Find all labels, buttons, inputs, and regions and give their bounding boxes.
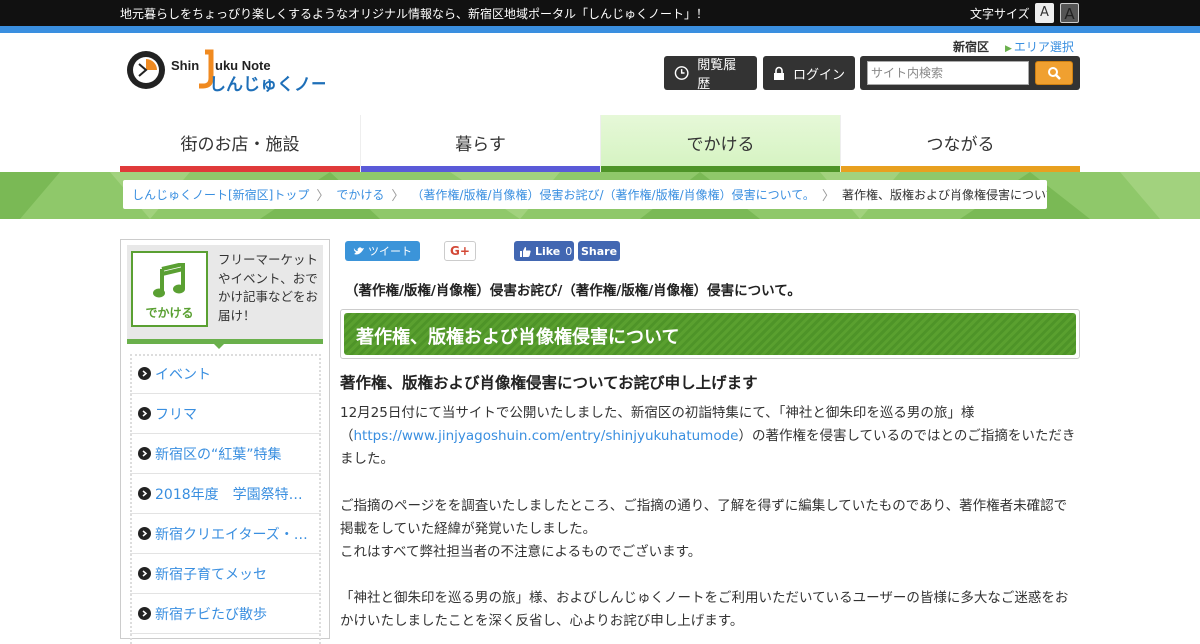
nav-item-connect[interactable]: つながる — [840, 115, 1080, 172]
chevron-right-icon — [138, 367, 151, 380]
current-area: 新宿区 — [953, 40, 990, 54]
main-nav: 街のお店・施設 暮らす でかける つながる — [120, 115, 1080, 172]
top-info-bar: 地元暮らしをちょっぴり楽しくするようなオリジナル情報なら、新宿区地域ポータル「し… — [0, 0, 1200, 26]
sidebar: でかける フリーマーケットやイベント、おでかけ記事などをお届け！ イベント フリ… — [120, 239, 330, 644]
page-title: 著作権、版権および肖像権侵害について — [356, 327, 680, 348]
article-category-title: （著作権/版権/肖像権）侵害お詫び/（著作権/版権/肖像権）侵害について。 — [345, 283, 801, 299]
facebook-like-button[interactable]: Like 0 — [514, 241, 574, 261]
tweet-button[interactable]: ツイート — [345, 241, 420, 261]
google-plus-icon: G+ — [450, 244, 470, 258]
search-button[interactable] — [1035, 61, 1073, 85]
breadcrumb: しんじゅくノート[新宿区]トップ 〉 でかける 〉 （著作権/版権/肖像権）侵害… — [123, 180, 1047, 209]
login-button[interactable]: ログイン — [763, 56, 855, 90]
category-badge[interactable]: でかける — [131, 251, 208, 327]
source-link[interactable]: https://www.jinjyagoshuin.com/entry/shin… — [354, 428, 739, 444]
thumbs-up-icon — [520, 246, 531, 257]
search-input[interactable] — [867, 61, 1029, 85]
sidebar-item-kids-walk[interactable]: 新宿チビたび散歩 — [130, 594, 321, 634]
search-box — [860, 56, 1080, 90]
site-tagline: 地元暮らしをちょっぴり楽しくするようなオリジナル情報なら、新宿区地域ポータル「し… — [120, 7, 709, 21]
article-paragraph: 12月25日付にて当サイトで公開いたしました、新宿区の初詣特集にて、「神社と御朱… — [340, 405, 1076, 468]
chevron-right-icon — [138, 607, 151, 620]
lock-icon — [774, 66, 784, 80]
sidebar-item-autumn-leaves[interactable]: 新宿区の“紅葉”特集 — [130, 434, 321, 474]
breadcrumb-link-category[interactable]: でかける — [336, 186, 384, 203]
twitter-icon — [353, 247, 364, 255]
nav-item-outings[interactable]: でかける — [600, 115, 840, 172]
article-paragraph: これはすべて弊社担当者の不注意によるものでございます。 — [340, 544, 702, 561]
triangle-right-icon: ▶ — [1005, 44, 1012, 54]
article-heading: 著作権、版権および肖像権侵害についてお詫び申し上げます — [340, 374, 758, 392]
sidebar-item-creators[interactable]: 新宿クリエイターズ・… — [130, 514, 321, 554]
sidebar-item-event[interactable]: イベント — [130, 354, 321, 394]
svg-text:uku Note: uku Note — [215, 58, 271, 73]
font-size-small-button[interactable]: A — [1035, 3, 1054, 23]
category-label: でかける — [145, 306, 194, 320]
google-plus-button[interactable]: G+ — [444, 241, 476, 261]
header-accent-bar — [0, 26, 1200, 33]
chevron-right-icon — [138, 487, 151, 500]
sidebar-notch — [214, 344, 224, 349]
font-size-large-button[interactable]: A — [1060, 3, 1079, 23]
chevron-right-icon: 〉 — [821, 189, 835, 204]
site-logo[interactable]: Shin uku Note しんじゅくノート — [125, 48, 345, 98]
nav-item-living[interactable]: 暮らす — [360, 115, 600, 172]
sidebar-item-school-festival[interactable]: 2018年度 学園祭特集… — [130, 474, 321, 514]
breadcrumb-link-parent[interactable]: （著作権/版権/肖像権）侵害お詫び/（著作権/版権/肖像権）侵害について。 — [411, 186, 815, 203]
chevron-right-icon: 〉 — [316, 189, 330, 204]
search-icon — [1048, 67, 1061, 80]
article-title-box: 著作権、版権および肖像権侵害について — [340, 309, 1080, 359]
breadcrumb-current: 著作権、版権および肖像権侵害について — [841, 188, 1047, 202]
svg-text:しんじゅくノート: しんじゅくノート — [209, 75, 325, 95]
sidebar-divider — [127, 339, 323, 344]
font-size-label: 文字サイズ — [970, 7, 1030, 21]
sidebar-item-childcare[interactable]: 新宿子育てメッセ — [130, 554, 321, 594]
article-paragraph: 「神社と御朱印を巡る男の旅」様、およびしんじゅくノートをご利用いただいているユー… — [340, 590, 1069, 630]
article-body: 12月25日付にて当サイトで公開いたしました、新宿区の初詣特集にて、「神社と御朱… — [340, 402, 1080, 634]
breadcrumb-link-top[interactable]: しんじゅくノート[新宿区]トップ — [132, 186, 309, 203]
sidebar-category-header: でかける フリーマーケットやイベント、おでかけ記事などをお届け！ — [127, 245, 323, 339]
chevron-right-icon — [138, 447, 151, 460]
chevron-right-icon — [138, 567, 151, 580]
chevron-right-icon — [138, 527, 151, 540]
sidebar-item-flea-market[interactable]: フリマ — [130, 394, 321, 434]
article-paragraph: ご指摘のページをを調査いたしましたところ、ご指摘の通り、了解を得ずに編集していた… — [340, 497, 1068, 537]
svg-text:Shin: Shin — [171, 58, 199, 73]
category-description: フリーマーケットやイベント、おでかけ記事などをお届け！ — [218, 252, 319, 323]
article-title-background: 著作権、版権および肖像権侵害について — [344, 313, 1076, 355]
sidebar-list: イベント フリマ 新宿区の“紅葉”特集 2018年度 学園祭特集… 新宿クリエイ… — [130, 354, 321, 634]
music-note-icon — [153, 263, 185, 298]
area-select-link[interactable]: ▶ エリア選択 — [1005, 38, 1074, 55]
history-button[interactable]: 閲覧履歴 — [664, 56, 757, 92]
chevron-right-icon — [138, 407, 151, 420]
clock-icon — [674, 66, 689, 80]
facebook-like-count: 0 — [565, 244, 573, 258]
facebook-share-button[interactable]: Share — [578, 241, 620, 261]
chevron-right-icon: 〉 — [391, 189, 405, 204]
nav-item-shops[interactable]: 街のお店・施設 — [120, 115, 360, 172]
